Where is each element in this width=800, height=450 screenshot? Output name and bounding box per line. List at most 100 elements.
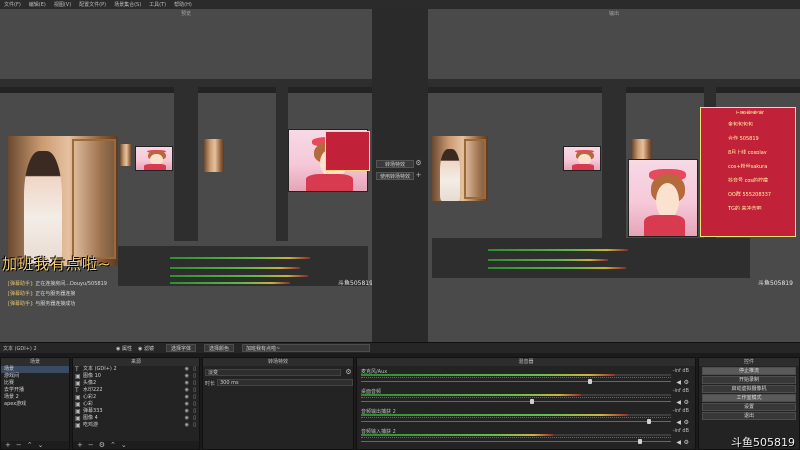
lock-icon[interactable]: ▯ bbox=[193, 408, 196, 415]
control-button[interactable]: 退出 bbox=[702, 412, 796, 420]
properties-toggle[interactable]: ◉ 属性 bbox=[116, 345, 132, 352]
remove-icon[interactable]: − bbox=[88, 441, 94, 449]
source-label: 吃鸡游 bbox=[83, 422, 99, 428]
source-type-icon: T bbox=[75, 387, 79, 394]
chat-line-3: [弹幕助手]: 与服务器连接成功 bbox=[8, 301, 76, 307]
source-item[interactable]: ▣ 图像 4 ◉ ▯ bbox=[73, 415, 199, 422]
volume-knob[interactable] bbox=[638, 439, 642, 444]
lock-icon[interactable]: ▯ bbox=[193, 422, 196, 429]
menu-item-4[interactable]: 场景集合(S) bbox=[114, 1, 141, 8]
scenes-title: 场景 bbox=[1, 358, 69, 366]
source-label: 头像2 bbox=[83, 380, 97, 386]
duration-field[interactable]: 300 ms bbox=[217, 379, 353, 386]
scene-item[interactable]: apex游戏 bbox=[1, 401, 69, 408]
menu-item-6[interactable]: 帮助(H) bbox=[174, 1, 192, 8]
move-up-icon[interactable]: ⌃ bbox=[27, 441, 33, 449]
scene-item[interactable]: 场景 2 bbox=[1, 394, 69, 401]
sources-dock: 来源 T 文本 (GDI+) 2 ◉ ▯ ▣ 图像 10 ◉ ▯ ▣ 头像2 ◉ ▯ T 水印222 ◉ ▯ ▣… bbox=[72, 357, 200, 450]
scene-item[interactable]: 游戏间 bbox=[1, 373, 69, 380]
transition-toggle[interactable]: 使用转场特效 bbox=[376, 172, 414, 180]
gear-icon[interactable]: ⚙ bbox=[345, 369, 352, 376]
volume-slider[interactable] bbox=[361, 439, 671, 444]
volume-slider[interactable] bbox=[361, 379, 671, 384]
add-icon[interactable]: + bbox=[5, 441, 11, 449]
source-type-icon: ▣ bbox=[75, 422, 81, 429]
channel-db: -inf dB bbox=[672, 428, 689, 434]
control-button[interactable]: 设置 bbox=[702, 403, 796, 411]
gear-icon[interactable]: ⚙ bbox=[99, 441, 105, 449]
eye-icon[interactable]: ◉ bbox=[185, 408, 189, 415]
scene-item[interactable]: 场景 bbox=[1, 366, 69, 373]
lock-icon[interactable]: ▯ bbox=[193, 415, 196, 422]
menu-item-0[interactable]: 文件(F) bbox=[4, 1, 21, 8]
preview-panel[interactable]: 预览 加班我有点啦~ [弹幕助手]: 正在连接房间...Douyu/505819… bbox=[0, 9, 372, 342]
nested-photo-thumb bbox=[204, 139, 224, 172]
volume-slider[interactable] bbox=[361, 399, 671, 404]
source-item[interactable]: ▣ 吃鸡游 ◉ ▯ bbox=[73, 422, 199, 429]
source-item[interactable]: ▣ 图像 10 ◉ ▯ bbox=[73, 373, 199, 380]
eye-icon[interactable]: ◉ bbox=[185, 373, 189, 380]
transition-select[interactable]: 淡变 bbox=[205, 369, 341, 376]
control-button[interactable]: 启动虚拟摄像机 bbox=[702, 385, 796, 393]
source-item[interactable]: ▣ 心彩2 ◉ ▯ bbox=[73, 394, 199, 401]
speaker-icon[interactable]: ◀ bbox=[676, 379, 681, 386]
eye-icon[interactable]: ◉ bbox=[185, 394, 189, 401]
filters-toggle[interactable]: ◉ 滤镜 bbox=[138, 345, 154, 352]
volume-knob[interactable] bbox=[647, 419, 652, 424]
source-item[interactable]: ▣ 心彩 ◉ ▯ bbox=[73, 401, 199, 408]
add-icon[interactable]: + bbox=[77, 441, 83, 449]
menu-item-5[interactable]: 工具(T) bbox=[149, 1, 166, 8]
text-content-field[interactable]: 加班我有点啦~ bbox=[242, 344, 370, 352]
plus-icon[interactable]: + bbox=[415, 172, 422, 179]
level-meter bbox=[361, 434, 671, 436]
gear-icon[interactable]: ⚙ bbox=[684, 379, 689, 386]
gear-icon[interactable]: ⚙ bbox=[684, 439, 689, 446]
control-button[interactable]: 开始录制 bbox=[702, 376, 796, 384]
scene-item[interactable]: 去学开播 bbox=[1, 387, 69, 394]
gear-icon[interactable]: ⚙ bbox=[415, 160, 422, 167]
eye-icon[interactable]: ◉ bbox=[185, 366, 189, 373]
lock-icon[interactable]: ▯ bbox=[193, 380, 196, 387]
source-item[interactable]: ▣ 头像2 ◉ ▯ bbox=[73, 380, 199, 387]
eye-icon[interactable]: ◉ bbox=[185, 380, 189, 387]
menu-item-1[interactable]: 编辑(E) bbox=[29, 1, 46, 8]
control-button[interactable]: 工作室模式 bbox=[702, 394, 796, 402]
lock-icon[interactable]: ▯ bbox=[193, 394, 196, 401]
program-anime-overlay bbox=[628, 159, 698, 237]
remove-icon[interactable]: − bbox=[16, 441, 22, 449]
lock-icon[interactable]: ▯ bbox=[193, 387, 196, 394]
eye-icon[interactable]: ◉ bbox=[185, 422, 189, 429]
select-font-button[interactable]: 选择字体 bbox=[166, 344, 196, 352]
control-button[interactable]: 停止推流 bbox=[702, 367, 796, 375]
lock-icon[interactable]: ▯ bbox=[193, 401, 196, 408]
speaker-icon[interactable]: ◀ bbox=[676, 399, 681, 406]
volume-knob[interactable] bbox=[529, 399, 534, 404]
move-down-icon[interactable]: ⌄ bbox=[121, 441, 127, 449]
eye-icon[interactable]: ◉ bbox=[185, 401, 189, 408]
menu-item-2[interactable]: 视图(V) bbox=[54, 1, 71, 8]
lock-icon[interactable]: ▯ bbox=[193, 373, 196, 380]
duration-label: 时长 bbox=[205, 381, 216, 387]
menu-item-3[interactable]: 配置文件(P) bbox=[79, 1, 106, 8]
eye-icon[interactable]: ◉ bbox=[185, 415, 189, 422]
speaker-icon[interactable]: ◀ bbox=[676, 419, 681, 426]
select-color-button[interactable]: 选择颜色 bbox=[204, 344, 234, 352]
source-item[interactable]: T 文本 (GDI+) 2 ◉ ▯ bbox=[73, 366, 199, 373]
gear-icon[interactable]: ⚙ bbox=[684, 399, 689, 406]
db-scale bbox=[361, 417, 671, 419]
overlay-caption: 加班我有点啦~ bbox=[2, 255, 112, 273]
eye-icon[interactable]: ◉ bbox=[185, 387, 189, 394]
volume-knob[interactable] bbox=[588, 379, 593, 384]
source-item[interactable]: ▣ 弹幕333 ◉ ▯ bbox=[73, 408, 199, 415]
source-type-icon: ▣ bbox=[75, 401, 81, 408]
transition-button[interactable]: 转场特效 bbox=[376, 160, 414, 168]
speaker-icon[interactable]: ◀ bbox=[676, 439, 681, 446]
source-item[interactable]: T 水印222 ◉ ▯ bbox=[73, 387, 199, 394]
volume-slider[interactable] bbox=[361, 419, 671, 424]
gear-icon[interactable]: ⚙ bbox=[684, 419, 689, 426]
move-up-icon[interactable]: ⌃ bbox=[110, 441, 116, 449]
move-down-icon[interactable]: ⌄ bbox=[38, 441, 44, 449]
mixer-dock: 混音器 麦克风/Aux -inf dB ◀ ⚙ 桌面音频 -inf dB ◀ ⚙ 音频输出捕获 … bbox=[356, 357, 696, 450]
scene-item[interactable]: 比赛 bbox=[1, 380, 69, 387]
lock-icon[interactable]: ▯ bbox=[193, 366, 196, 373]
